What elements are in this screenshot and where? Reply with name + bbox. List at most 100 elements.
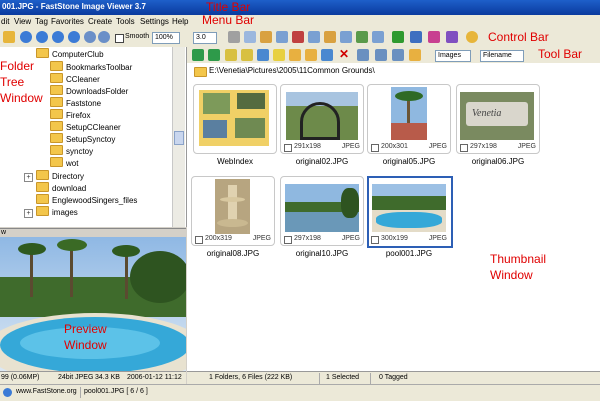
thumbnail-item[interactable]: Venetia 297x198 JPEG original06.JPG xyxy=(456,84,540,166)
thumbnail-view-icon[interactable] xyxy=(375,49,387,61)
tree-item[interactable]: SetupSynctoy xyxy=(50,133,115,145)
thumbnail-item-selected[interactable]: 300x199 JPEG pool001.JPG xyxy=(367,176,453,258)
crop-icon[interactable] xyxy=(260,31,272,43)
folder-info: 1 Folders, 6 Files (222 KB) xyxy=(209,374,293,381)
folder-icon xyxy=(50,73,63,83)
thumbnail-item[interactable]: 297x198 JPEG original10.JPG xyxy=(280,176,364,258)
thumbnail-item[interactable]: 291x198 JPEG original02.JPG xyxy=(280,84,364,166)
tree-item[interactable]: DownloadsFolder xyxy=(50,85,128,97)
menu-tag[interactable]: Tag xyxy=(35,17,48,26)
effect-icon[interactable] xyxy=(324,31,336,43)
menu-create[interactable]: Create xyxy=(88,17,112,26)
previous-icon[interactable] xyxy=(36,31,48,43)
tree-item[interactable]: wot xyxy=(50,157,78,169)
print-icon[interactable] xyxy=(372,31,384,43)
select-checkbox[interactable] xyxy=(460,144,468,152)
website-link[interactable]: www.FastStone.org xyxy=(16,388,77,395)
thumbnail-window: WebIndex 291x198 JPEG original02.JPG 200… xyxy=(187,79,600,371)
next-icon[interactable] xyxy=(52,31,64,43)
tree-item[interactable]: Firefox xyxy=(50,109,90,121)
refresh-icon[interactable] xyxy=(257,49,269,61)
filter-select[interactable]: Images xyxy=(435,50,471,62)
tree-item[interactable]: synctoy xyxy=(50,145,93,157)
menu-help[interactable]: Help xyxy=(172,17,188,26)
delete-icon[interactable]: ✕ xyxy=(339,47,349,61)
back-icon[interactable] xyxy=(192,49,204,61)
zoom-in-icon[interactable] xyxy=(84,31,96,43)
first-icon[interactable] xyxy=(20,31,32,43)
thumbnail-name: original02.JPG xyxy=(295,157,349,166)
email-icon[interactable] xyxy=(356,31,368,43)
redeye-icon[interactable] xyxy=(292,31,304,43)
adjust-icon[interactable] xyxy=(308,31,320,43)
favorite-icon[interactable] xyxy=(273,49,285,61)
menu-edit[interactable]: dit xyxy=(1,17,9,26)
forward-icon[interactable] xyxy=(208,49,220,61)
thumbnail-dimensions: 297x198 xyxy=(470,143,497,150)
tree-item[interactable]: images xyxy=(36,206,78,218)
image-date: 2006-01-12 11:12 xyxy=(127,374,182,381)
sort-select[interactable]: Filename xyxy=(480,50,524,62)
folder-icon xyxy=(50,157,63,167)
slideshow-icon[interactable] xyxy=(392,31,404,43)
tree-item[interactable]: SetupCCleaner xyxy=(50,121,121,133)
select-checkbox[interactable] xyxy=(284,144,292,152)
rename-icon[interactable] xyxy=(321,49,333,61)
bottom-bar: www.FastStone.org pool001.JPG [ 6 / 6 ] xyxy=(0,384,600,401)
menu-favorites[interactable]: Favorites xyxy=(51,17,84,26)
menu-view[interactable]: View xyxy=(14,17,31,26)
window-title: 001.JPG - FastStone Image Viewer 3.7 xyxy=(2,2,146,11)
compare-icon[interactable] xyxy=(340,31,352,43)
folder-icon xyxy=(36,206,49,216)
tree-item[interactable]: download xyxy=(36,182,86,194)
webindex-image xyxy=(199,90,269,146)
menu-tools[interactable]: Tools xyxy=(116,17,135,26)
screen-capture-icon[interactable] xyxy=(428,31,440,43)
menu-settings[interactable]: Settings xyxy=(140,17,169,26)
select-checkbox[interactable] xyxy=(284,236,292,244)
up-folder-icon[interactable] xyxy=(225,49,237,61)
move-icon[interactable] xyxy=(305,49,317,61)
zoom-out-icon[interactable] xyxy=(98,31,110,43)
thumbnail-name: original10.JPG xyxy=(295,249,349,258)
large-thumbs-icon[interactable] xyxy=(392,49,404,61)
tag-icon[interactable] xyxy=(409,49,421,61)
thumbnail-dimensions: 291x198 xyxy=(294,143,321,150)
ratio-select[interactable]: 3.0 xyxy=(193,32,217,44)
copy-icon[interactable] xyxy=(289,49,301,61)
tree-item[interactable]: Directory xyxy=(36,170,84,182)
fit-icon[interactable] xyxy=(244,31,256,43)
scroll-thumb[interactable] xyxy=(174,131,184,145)
tree-item[interactable]: EnglewoodSingers_files xyxy=(36,194,137,206)
select-checkbox[interactable] xyxy=(371,144,379,152)
thumbnail-item[interactable]: WebIndex xyxy=(193,84,277,166)
hand-icon[interactable] xyxy=(228,31,240,43)
thumbnail-name: original06.JPG xyxy=(471,157,525,166)
expand-icon[interactable]: + xyxy=(24,209,33,218)
expand-icon[interactable]: + xyxy=(24,173,33,182)
thumbnail-dimensions: 200x301 xyxy=(381,143,408,150)
tree-item[interactable]: Faststone xyxy=(50,97,101,109)
tree-scrollbar[interactable] xyxy=(172,47,185,227)
smooth-checkbox[interactable] xyxy=(115,34,124,43)
tree-item[interactable]: BookmarksToolbar xyxy=(50,61,132,73)
new-folder-icon[interactable] xyxy=(241,49,253,61)
settings-icon[interactable] xyxy=(446,31,458,43)
resize-icon[interactable] xyxy=(276,31,288,43)
tree-item[interactable]: ComputerClub xyxy=(36,48,104,60)
open-folder-icon[interactable] xyxy=(3,31,15,43)
folder-icon xyxy=(50,121,63,131)
last-icon[interactable] xyxy=(68,31,80,43)
help-icon[interactable] xyxy=(466,31,478,43)
tree-item[interactable]: CCleaner xyxy=(50,73,100,85)
thumbnail-item[interactable]: 200x319 JPEG original08.JPG xyxy=(191,176,275,258)
folder-tree: ComputerClub BookmarksToolbar CCleaner D… xyxy=(0,47,187,227)
path-field[interactable]: E:\Venetia\Pictures\2005\11Common Ground… xyxy=(209,66,375,75)
zoom-select[interactable]: 100% xyxy=(152,32,180,44)
photo-pool xyxy=(372,184,446,232)
fullscreen-icon[interactable] xyxy=(410,31,422,43)
select-checkbox[interactable] xyxy=(195,236,203,244)
thumbnail-item[interactable]: 200x301 JPEG original05.JPG xyxy=(367,84,451,166)
select-checkbox[interactable] xyxy=(371,236,379,244)
details-view-icon[interactable] xyxy=(357,49,369,61)
